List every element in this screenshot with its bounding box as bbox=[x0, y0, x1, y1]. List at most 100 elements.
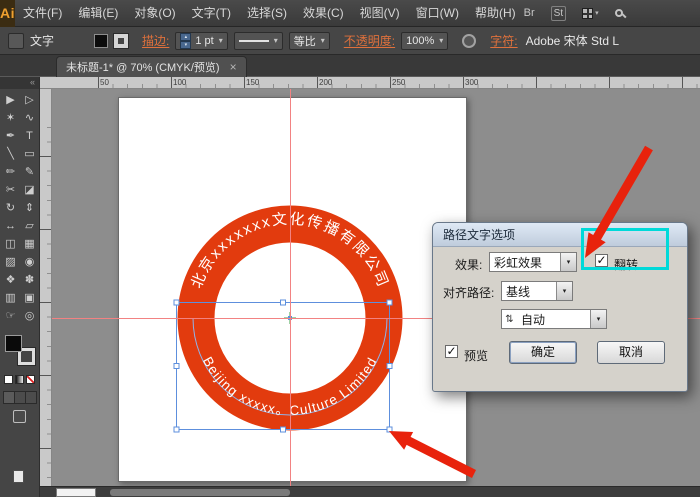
chevron-down-icon: ▾ bbox=[321, 36, 325, 45]
ruler-tick-50: 50 bbox=[100, 78, 109, 87]
scale-tool[interactable]: ⇕ bbox=[20, 199, 39, 217]
align-select[interactable]: 基线 ▾ bbox=[501, 281, 573, 301]
tools-collapse-button[interactable]: « bbox=[0, 77, 39, 89]
menu-window[interactable]: 窗口(W) bbox=[408, 0, 467, 27]
chevron-down-icon: ▾ bbox=[439, 36, 443, 45]
shape-builder-tool[interactable]: ◫ bbox=[1, 235, 20, 253]
artboard[interactable] bbox=[118, 97, 467, 482]
spacing-value: 自动 bbox=[517, 311, 590, 328]
st-badge[interactable]: St bbox=[551, 6, 566, 21]
effect-label: 效果: bbox=[455, 256, 482, 273]
scrollbar-thumb[interactable] bbox=[110, 489, 290, 496]
direct-selection-tool[interactable]: ▷ bbox=[20, 91, 39, 109]
fill-stroke-widget bbox=[5, 335, 39, 369]
font-family-value[interactable]: Adobe 宋体 Std L bbox=[526, 32, 619, 49]
paintbrush-tool[interactable]: ✏ bbox=[1, 163, 20, 181]
fill-color-swatch[interactable] bbox=[5, 335, 22, 352]
opacity-combo[interactable]: 100% ▾ bbox=[401, 32, 448, 50]
document-icon[interactable] bbox=[13, 470, 24, 483]
rectangle-tool[interactable]: ▭ bbox=[20, 145, 39, 163]
lasso-tool[interactable]: ∿ bbox=[20, 109, 39, 127]
stepper-up-icon[interactable]: ▴ bbox=[180, 33, 191, 41]
menu-object[interactable]: 对象(O) bbox=[126, 0, 183, 27]
zoom-tool[interactable]: ◎ bbox=[20, 307, 39, 325]
selection-tool[interactable]: ▶ bbox=[1, 91, 20, 109]
character-link[interactable]: 字符: bbox=[490, 32, 517, 49]
search-icon[interactable] bbox=[615, 9, 628, 17]
draw-inside-button[interactable] bbox=[26, 391, 37, 404]
document-tab[interactable]: 未标题-1* @ 70% (CMYK/预览) × bbox=[56, 56, 247, 77]
preview-label: 预览 bbox=[464, 347, 488, 364]
chevron-down-icon: ▾ bbox=[556, 282, 572, 300]
symbol-sprayer-tool[interactable]: ✽ bbox=[20, 271, 39, 289]
tool-grid: ▶▷✶∿✒T╲▭✏✎✂◪↻⇕↔▱◫▦▨◉❖✽▥▣☞◎ bbox=[1, 91, 39, 325]
menu-edit[interactable]: 编辑(E) bbox=[70, 0, 126, 27]
screen-mode-button[interactable] bbox=[13, 410, 26, 423]
menu-type[interactable]: 文字(T) bbox=[184, 0, 239, 27]
mesh-tool[interactable]: ▦ bbox=[20, 235, 39, 253]
pen-tool[interactable]: ✒ bbox=[1, 127, 20, 145]
menu-effect[interactable]: 效果(C) bbox=[295, 0, 352, 27]
zoom-status-field[interactable] bbox=[56, 488, 96, 497]
rotate-tool[interactable]: ↻ bbox=[1, 199, 20, 217]
menu-select[interactable]: 选择(S) bbox=[239, 0, 295, 27]
ruler-tick-150: 150 bbox=[246, 78, 259, 87]
workspace-grid-icon bbox=[582, 8, 593, 19]
spacing-select[interactable]: ⇅ 自动 ▾ bbox=[501, 309, 607, 329]
menu-view[interactable]: 视图(V) bbox=[352, 0, 408, 27]
ruler-tick-100: 100 bbox=[173, 78, 186, 87]
eraser-tool[interactable]: ◪ bbox=[20, 181, 39, 199]
chevron-down-icon: ▾ bbox=[590, 310, 606, 328]
stroke-style-combo[interactable]: ▾ bbox=[234, 32, 283, 50]
stroke-color-well[interactable] bbox=[114, 34, 128, 48]
free-transform-tool[interactable]: ▱ bbox=[20, 217, 39, 235]
menu-help[interactable]: 帮助(H) bbox=[467, 0, 524, 27]
eyedropper-tool[interactable]: ◉ bbox=[20, 253, 39, 271]
magic-wand-tool[interactable]: ✶ bbox=[1, 109, 20, 127]
cancel-button[interactable]: 取消 bbox=[597, 341, 665, 364]
opacity-link[interactable]: 不透明度: bbox=[344, 32, 395, 49]
stroke-weight-stepper[interactable]: ▴▾ bbox=[180, 33, 191, 49]
recolor-artwork-icon[interactable] bbox=[462, 34, 476, 48]
stepper-down-icon[interactable]: ▾ bbox=[180, 41, 191, 49]
ok-button[interactable]: 确定 bbox=[509, 341, 577, 364]
line-segment-tool[interactable]: ╲ bbox=[1, 145, 20, 163]
fill-color-well[interactable] bbox=[94, 34, 108, 48]
pencil-tool[interactable]: ✎ bbox=[20, 163, 39, 181]
width-profile-value: 等比 bbox=[294, 33, 316, 49]
draw-normal-button[interactable] bbox=[3, 391, 15, 404]
preview-checkbox[interactable]: ✓ bbox=[445, 345, 458, 358]
ruler-vertical[interactable] bbox=[40, 89, 52, 497]
menubar-icons: Br St ▾ bbox=[524, 6, 700, 21]
effect-select[interactable]: 彩虹效果 ▾ bbox=[489, 252, 577, 272]
close-icon[interactable]: × bbox=[230, 61, 237, 73]
width-tool[interactable]: ↔ bbox=[1, 217, 20, 235]
guide-vertical[interactable] bbox=[290, 89, 291, 497]
stroke-weight-combo[interactable]: ▴▾ 1 pt ▾ bbox=[175, 32, 227, 50]
gradient-tool[interactable]: ▨ bbox=[1, 253, 20, 271]
artboard-tool[interactable]: ▣ bbox=[20, 289, 39, 307]
gradient-mode-button[interactable] bbox=[15, 375, 24, 384]
type-on-path-options-dialog: 路径文字选项 效果: 彩虹效果 ▾ ✓ 翻转 对齐路径: 基线 ▾ ⇅ 自动 ▾… bbox=[432, 222, 688, 392]
horizontal-scrollbar[interactable] bbox=[40, 486, 700, 497]
workspace-switcher-button[interactable]: ▾ bbox=[582, 8, 599, 19]
menu-file[interactable]: 文件(F) bbox=[15, 0, 70, 27]
ruler-tick-200: 200 bbox=[319, 78, 332, 87]
type-tool[interactable]: T bbox=[20, 127, 39, 145]
dialog-title: 路径文字选项 bbox=[443, 228, 515, 242]
chevron-down-icon: ▾ bbox=[274, 36, 278, 45]
control-bar: 文字 描边: ▴▾ 1 pt ▾ ▾ 等比 ▾ 不透明度: 100% ▾ 字符:… bbox=[0, 27, 700, 55]
ruler-horizontal[interactable]: 50100150200250300 bbox=[40, 77, 700, 89]
stroke-link[interactable]: 描边: bbox=[142, 32, 169, 49]
blend-tool[interactable]: ❖ bbox=[1, 271, 20, 289]
hand-tool[interactable]: ☞ bbox=[1, 307, 20, 325]
menu-items: 文件(F)编辑(E)对象(O)文字(T)选择(S)效果(C)视图(V)窗口(W)… bbox=[15, 0, 524, 27]
scissors-tool[interactable]: ✂ bbox=[1, 181, 20, 199]
color-mode-button[interactable] bbox=[4, 375, 13, 384]
bridge-button[interactable]: Br bbox=[524, 7, 535, 19]
draw-behind-button[interactable] bbox=[15, 391, 26, 404]
width-profile-combo[interactable]: 等比 ▾ bbox=[289, 32, 330, 50]
column-graph-tool[interactable]: ▥ bbox=[1, 289, 20, 307]
none-mode-button[interactable] bbox=[26, 375, 35, 384]
document-tab-bar: 未标题-1* @ 70% (CMYK/预览) × bbox=[0, 55, 700, 77]
